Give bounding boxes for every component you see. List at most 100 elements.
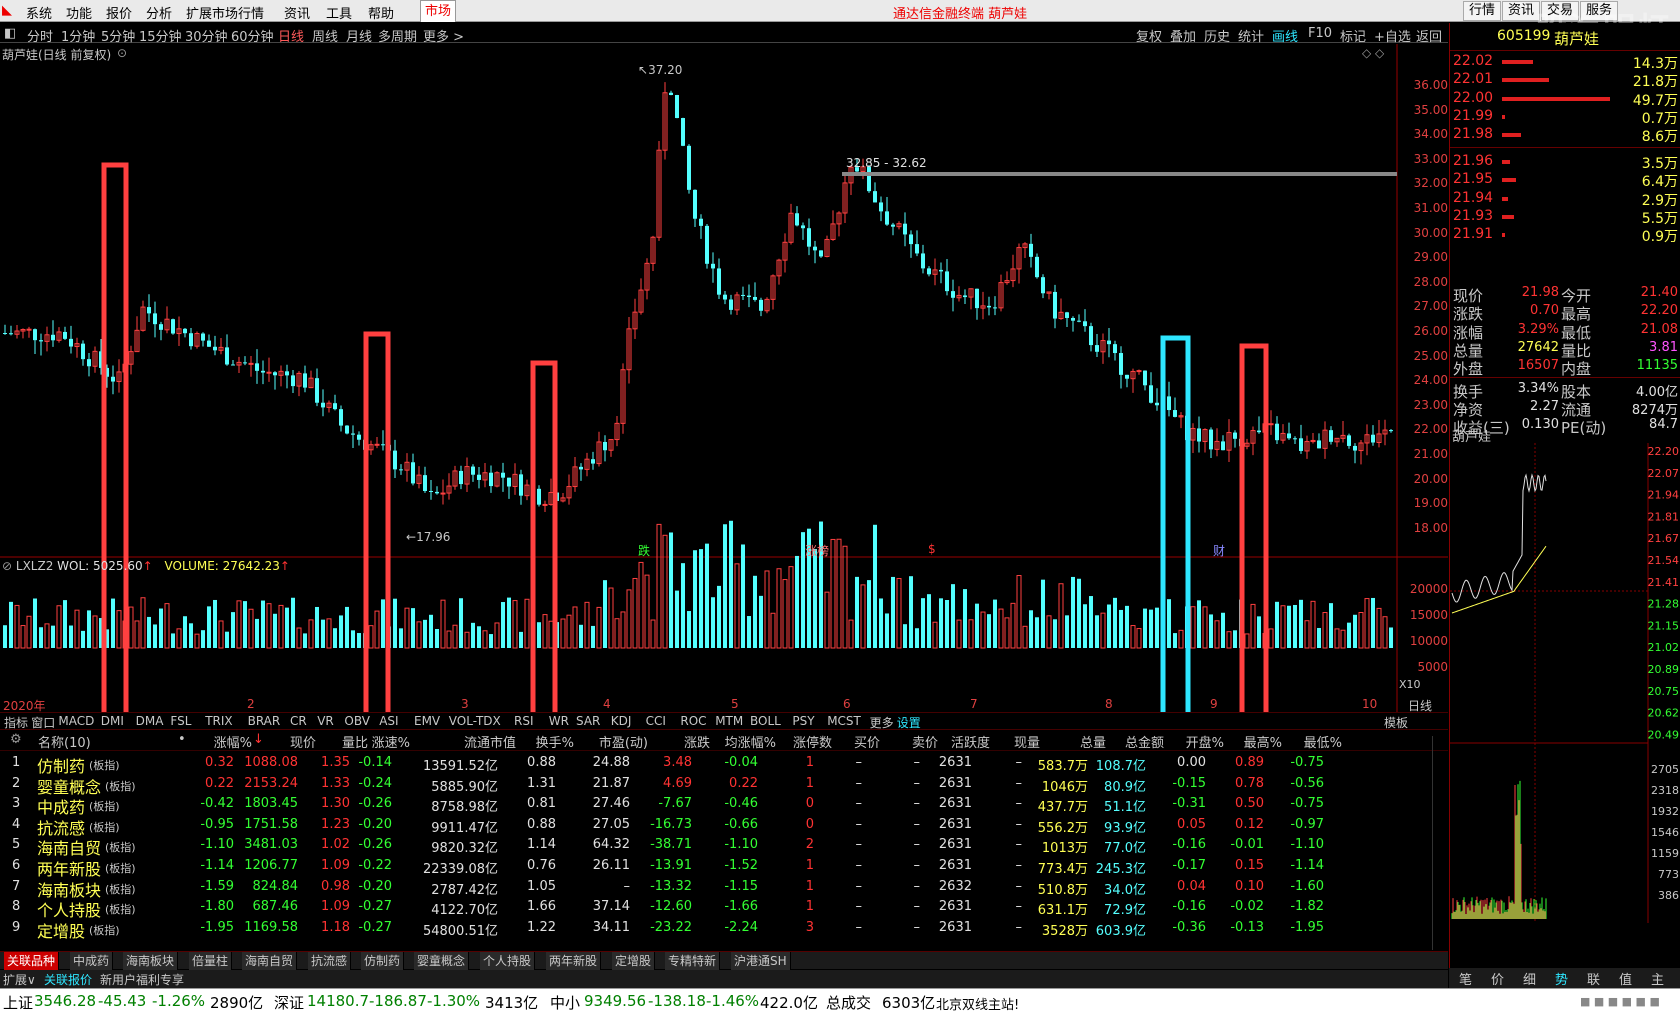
order-price[interactable]: 21.91: [1453, 226, 1493, 242]
column-header[interactable]: 流通市值: [464, 732, 516, 751]
order-price[interactable]: 21.98: [1453, 126, 1493, 142]
toolbar-toggle-icon[interactable]: ◧: [4, 26, 16, 41]
column-header[interactable]: 现价: [290, 732, 316, 751]
column-header[interactable]: •: [178, 732, 186, 747]
server-status[interactable]: 北京双线主站!: [936, 994, 1019, 1012]
btn-history[interactable]: 历史: [1204, 26, 1230, 45]
period-monthly[interactable]: 月线: [346, 26, 372, 45]
btn-adjust[interactable]: 复权: [1136, 26, 1162, 45]
marker-dollar[interactable]: $: [928, 542, 936, 556]
marker-rank[interactable]: 涨榜: [805, 542, 829, 559]
settings-gear-icon[interactable]: ⚙: [10, 732, 22, 747]
sector-tab[interactable]: 专精特新: [665, 952, 721, 970]
btn-stats[interactable]: 统计: [1238, 26, 1264, 45]
indicator-tab[interactable]: WR: [549, 714, 569, 728]
period-60min[interactable]: 60分钟: [231, 26, 274, 45]
table-row[interactable]: 6 两年新股 (板指) -1.14 1206.77 1.09 -0.22 22339.08亿 0…: [0, 856, 1430, 879]
column-header[interactable]: 最低%: [1304, 732, 1342, 751]
order-price[interactable]: 22.01: [1453, 71, 1493, 87]
indicator-tab[interactable]: SAR: [576, 714, 600, 728]
period-1min[interactable]: 1分钟: [61, 26, 95, 45]
column-header[interactable]: 买价: [854, 732, 880, 751]
indicator-tab[interactable]: CCI: [646, 714, 666, 728]
btn-add-watch[interactable]: +自选: [1374, 26, 1411, 45]
table-row[interactable]: 5 海南自贸 (板指) -1.10 3481.03 1.02 -0.26 9820.32亿 1.…: [0, 835, 1430, 858]
order-price[interactable]: 21.94: [1453, 190, 1493, 206]
column-header[interactable]: 最高%: [1244, 732, 1282, 751]
btn-draw[interactable]: 画线: [1272, 26, 1298, 45]
indicator-tab[interactable]: DMA: [136, 714, 164, 728]
column-header[interactable]: 量比: [342, 732, 368, 751]
order-price[interactable]: 22.00: [1453, 90, 1493, 106]
sector-tab[interactable]: 婴童概念: [414, 952, 470, 970]
column-header[interactable]: 名称(10): [38, 732, 91, 751]
btn-back[interactable]: 返回: [1416, 26, 1442, 45]
indicator-tab[interactable]: VR: [317, 714, 334, 728]
column-header[interactable]: 换手%: [536, 732, 574, 751]
sector-tab[interactable]: 海南自贸: [242, 952, 298, 970]
order-price[interactable]: 21.95: [1453, 171, 1493, 187]
indicator-tab[interactable]: ROC: [680, 714, 706, 728]
table-row[interactable]: 1 仿制药 (板指) 0.32 1088.08 1.35 -0.14 13591.52亿 0.8…: [0, 753, 1430, 776]
sector-tab[interactable]: 两年新股: [546, 952, 602, 970]
indicator-tab[interactable]: CR: [290, 714, 307, 728]
marker-finance[interactable]: 财: [1213, 542, 1225, 559]
sector-tab[interactable]: 倍量柱: [189, 952, 233, 970]
sector-tab[interactable]: 定增股: [612, 952, 656, 970]
indicator-tab[interactable]: 指标: [4, 714, 28, 731]
btn-mark[interactable]: 标记: [1340, 26, 1366, 45]
period-15min[interactable]: 15分钟: [139, 26, 182, 45]
sector-tab[interactable]: 沪港通SH: [731, 952, 791, 970]
intraday-mini-chart[interactable]: 22.20 22.07 21.94 21.81 21.67 21.54 21.41 21.28…: [1450, 443, 1680, 988]
column-header[interactable]: 总量: [1080, 732, 1106, 751]
column-header[interactable]: 涨停数: [793, 732, 832, 751]
mini-tab[interactable]: 值: [1619, 969, 1632, 988]
table-row[interactable]: 3 中成药 (板指) -0.42 1803.45 1.30 -0.26 8758.98亿 0.8…: [0, 794, 1430, 817]
column-header[interactable]: 涨跌: [684, 732, 710, 751]
column-header[interactable]: 涨幅%: [214, 732, 252, 751]
btn-overlay[interactable]: 叠加: [1170, 26, 1196, 45]
sector-tab[interactable]: 仿制药: [361, 952, 405, 970]
top-quote-button[interactable]: 行情: [1463, 1, 1502, 21]
indicator-tab[interactable]: 设置: [897, 714, 921, 731]
indicator-tab[interactable]: OBV: [344, 714, 370, 728]
marker-fall[interactable]: 跌: [638, 542, 650, 559]
column-header[interactable]: 市盈(动): [599, 732, 648, 751]
table-row[interactable]: 9 定增股 (板指) -1.95 1169.58 1.18 -0.27 54800.51亿 1.…: [0, 918, 1430, 941]
sector-tab[interactable]: 海南板块: [123, 952, 179, 970]
indicator-tab[interactable]: EMV: [414, 714, 440, 728]
order-price[interactable]: 22.02: [1453, 53, 1493, 69]
menu-quote[interactable]: 报价: [106, 3, 132, 22]
menu-market[interactable]: 市场: [420, 0, 456, 22]
menu-tools[interactable]: 工具: [326, 3, 352, 22]
menu-analysis[interactable]: 分析: [146, 3, 172, 22]
period-daily[interactable]: 日线: [278, 26, 304, 45]
menu-ext-market[interactable]: 扩展市场行情: [186, 3, 264, 22]
indicator-tab[interactable]: FSL: [170, 714, 191, 728]
sector-tab[interactable]: 个人持股: [480, 952, 536, 970]
column-header[interactable]: 卖价: [912, 732, 938, 751]
indicator-tab[interactable]: ASI: [379, 714, 398, 728]
column-header[interactable]: 均涨幅%: [725, 732, 776, 751]
mini-tab[interactable]: 笔: [1459, 969, 1472, 988]
table-row[interactable]: 8 个人持股 (板指) -1.80 687.46 1.09 -0.27 4122.70亿 1.6…: [0, 897, 1430, 920]
menu-info[interactable]: 资讯: [284, 3, 310, 22]
indicator-tab[interactable]: KDJ: [611, 714, 632, 728]
mini-tab[interactable]: 联: [1587, 969, 1600, 988]
mini-tab[interactable]: 价: [1491, 969, 1504, 988]
new-user-tab[interactable]: 新用户福利专享: [100, 971, 184, 988]
table-row[interactable]: 4 抗流感 (板指) -0.95 1751.58 1.23 -0.20 9911.47亿 0.8…: [0, 815, 1430, 838]
order-price[interactable]: 21.96: [1453, 153, 1493, 169]
indicator-tab[interactable]: MACD: [58, 714, 94, 728]
mini-tab[interactable]: 主: [1651, 969, 1664, 988]
order-price[interactable]: 21.93: [1453, 208, 1493, 224]
mini-tab[interactable]: 势: [1555, 969, 1568, 988]
indicator-tab[interactable]: MTM: [715, 714, 743, 728]
sector-name[interactable]: 定增股: [37, 918, 85, 942]
period-30min[interactable]: 30分钟: [185, 26, 228, 45]
column-header[interactable]: 总金额: [1125, 732, 1164, 751]
btn-f10[interactable]: F10: [1308, 26, 1332, 41]
indicator-tab[interactable]: 更多: [870, 714, 894, 731]
menu-help[interactable]: 帮助: [368, 3, 394, 22]
related-quote-tab[interactable]: 关联报价: [44, 971, 92, 988]
